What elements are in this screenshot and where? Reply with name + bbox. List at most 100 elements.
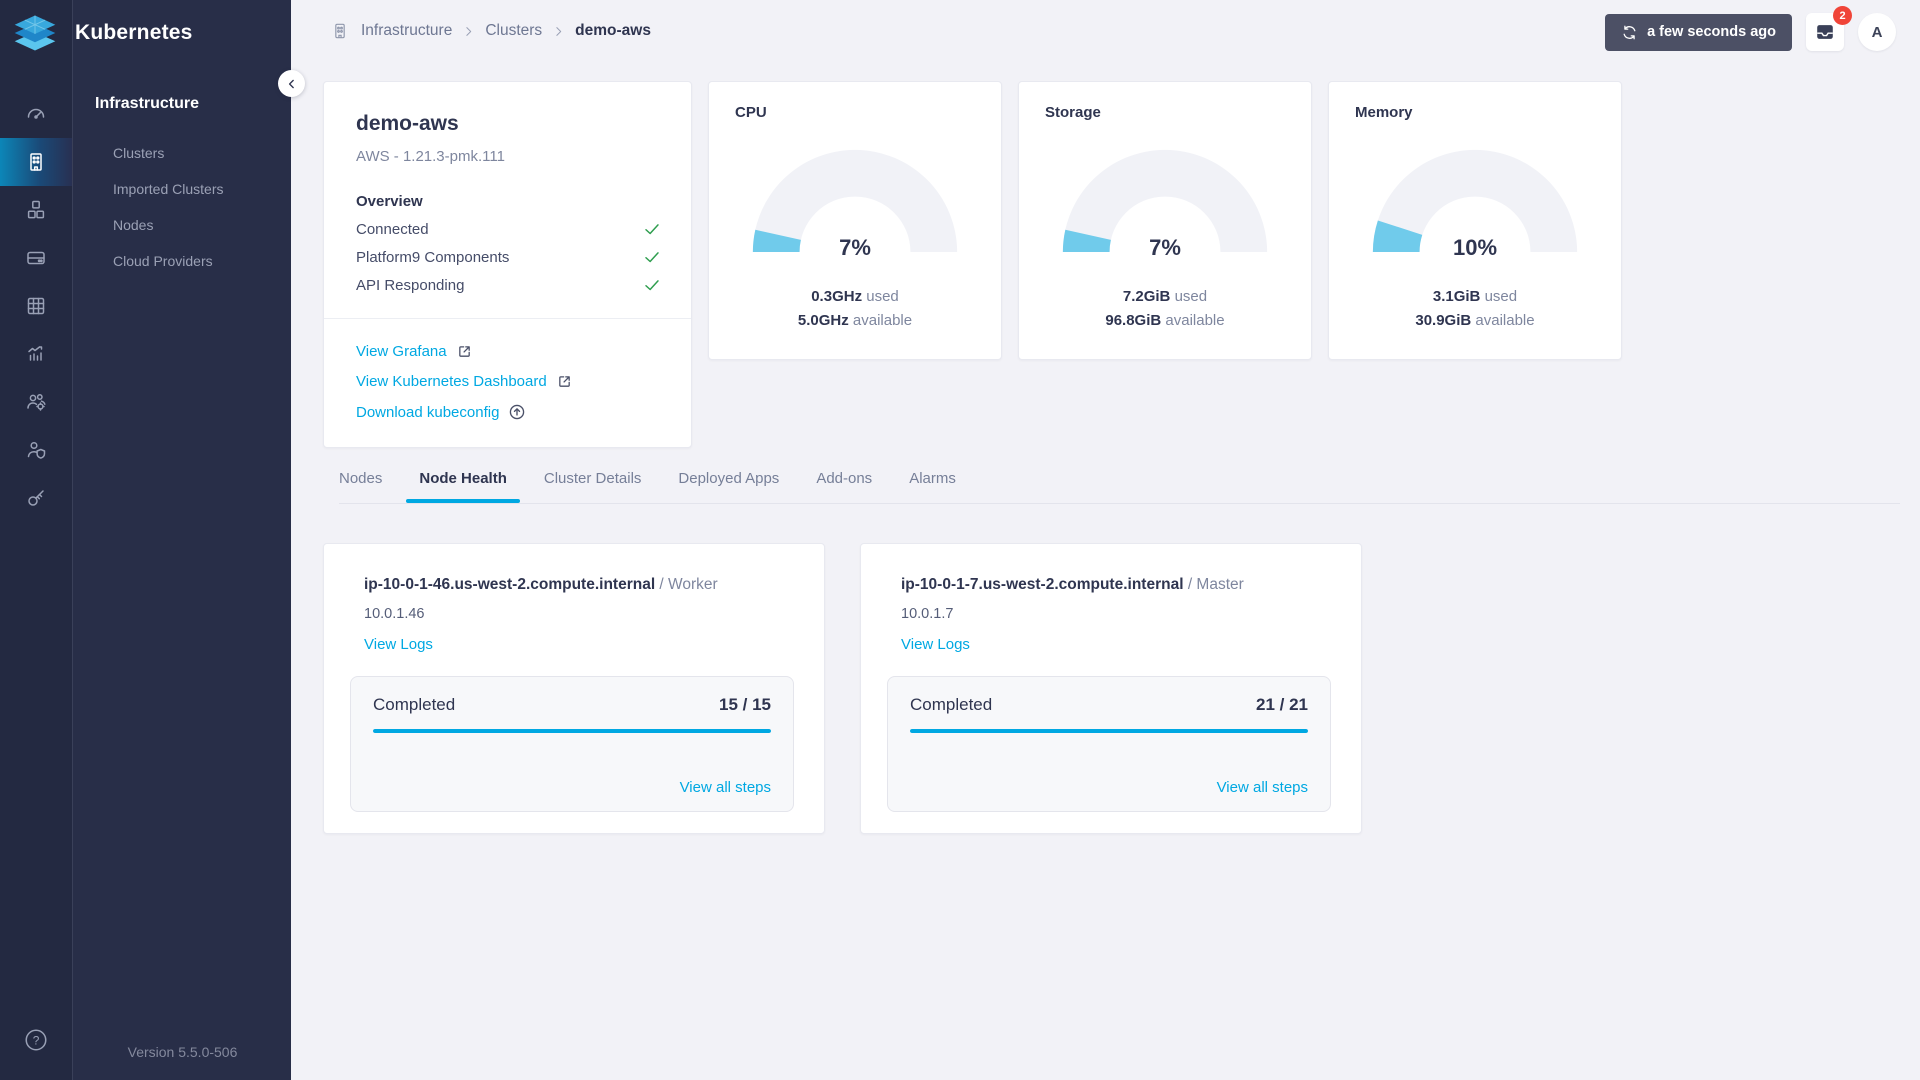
steps-count: 21 / 21 xyxy=(1256,695,1308,714)
view-logs-link[interactable]: View Logs xyxy=(364,636,433,653)
available-value: 96.8GiB xyxy=(1105,312,1162,329)
sidebar-panel: Infrastructure Clusters Imported Cluster… xyxy=(72,0,291,1080)
check-row-connected: Connected xyxy=(356,220,661,238)
sidebar-item-cloud-providers[interactable]: Cloud Providers xyxy=(73,243,291,279)
notification-badge: 2 xyxy=(1833,6,1852,25)
storage-card: Storage 7% 7.2GiB used 96.8GiB available xyxy=(1018,81,1312,360)
refresh-button[interactable]: a few seconds ago xyxy=(1605,13,1792,51)
used-value: 3.1GiB xyxy=(1432,288,1481,305)
available-value: 5.0GHz xyxy=(797,312,849,329)
used-label: used xyxy=(1170,288,1208,305)
app-title: Kubernetes xyxy=(75,21,193,44)
check-row-api-responding: API Responding xyxy=(356,276,661,294)
check-icon xyxy=(645,252,659,263)
api-access-icon[interactable] xyxy=(0,474,72,522)
progress-bar xyxy=(373,729,771,733)
sidebar-item-imported-clusters[interactable]: Imported Clusters xyxy=(73,171,291,207)
node-hostname: ip-10-0-1-7.us-west-2.compute.internal /… xyxy=(901,576,1331,594)
sidebar-section-title: Infrastructure xyxy=(95,95,200,112)
check-label: API Responding xyxy=(356,276,465,294)
avatar[interactable]: A xyxy=(1858,13,1896,51)
view-kubernetes-dashboard-link[interactable]: View Kubernetes Dashboard xyxy=(356,373,659,390)
used-label: used xyxy=(862,288,899,305)
gauge-title: Memory xyxy=(1355,104,1413,121)
view-logs-link[interactable]: View Logs xyxy=(901,636,970,653)
tab-deployed-apps[interactable]: Deployed Apps xyxy=(678,470,779,487)
check-row-platform9-components: Platform9 Components xyxy=(356,248,661,266)
steps-panel: Completed 15 / 15 View all steps xyxy=(350,676,794,812)
upload-circle-icon xyxy=(510,404,525,420)
check-label: Connected xyxy=(356,220,429,238)
progress-bar xyxy=(910,729,1308,733)
node-role: / Master xyxy=(1183,576,1244,593)
brand: Kubernetes xyxy=(0,0,291,66)
external-link-icon xyxy=(458,346,470,357)
node-role: / Worker xyxy=(655,576,718,593)
steps-panel: Completed 21 / 21 View all steps xyxy=(887,676,1331,812)
tab-add-ons[interactable]: Add-ons xyxy=(816,470,872,487)
infrastructure-icon[interactable] xyxy=(0,138,72,186)
node-health-row: ip-10-0-1-46.us-west-2.compute.internal … xyxy=(323,543,1362,834)
link-label: View Grafana xyxy=(356,343,447,360)
download-kubeconfig-link[interactable]: Download kubeconfig xyxy=(356,403,659,421)
svg-text:?: ? xyxy=(33,1033,40,1047)
chevron-left-icon xyxy=(288,79,294,88)
node-hostname: ip-10-0-1-46.us-west-2.compute.internal … xyxy=(364,576,794,594)
available-value: 30.9GiB xyxy=(1415,312,1472,329)
sidebar-collapse-button[interactable] xyxy=(278,70,305,97)
tenants-icon[interactable] xyxy=(0,378,72,426)
progress-track xyxy=(910,729,1308,733)
view-all-steps-link[interactable]: View all steps xyxy=(680,779,771,796)
overview-title: Overview xyxy=(356,193,423,210)
view-grafana-link[interactable]: View Grafana xyxy=(356,343,659,360)
access-control-icon[interactable] xyxy=(0,426,72,474)
storage-icon[interactable] xyxy=(0,234,72,282)
apps-icon[interactable] xyxy=(0,282,72,330)
help-icon[interactable]: ? xyxy=(0,1016,72,1064)
steps-status: Completed xyxy=(910,695,993,714)
node-card-master: ip-10-0-1-7.us-west-2.compute.internal /… xyxy=(860,543,1362,834)
hostname: ip-10-0-1-7.us-west-2.compute.internal xyxy=(901,576,1184,593)
gauge-stats: 7.2GiB used 96.8GiB available xyxy=(1019,285,1311,333)
available-label: available xyxy=(1161,312,1225,329)
check-icon xyxy=(645,280,659,291)
breadcrumb-infrastructure[interactable]: Infrastructure xyxy=(361,22,452,40)
cluster-name: demo-aws xyxy=(356,112,459,135)
link-label: View Kubernetes Dashboard xyxy=(356,373,547,390)
breadcrumb: Infrastructure Clusters demo-aws xyxy=(330,21,651,41)
used-value: 7.2GiB xyxy=(1122,288,1171,305)
cluster-info-card: demo-aws AWS - 1.21.3-pmk.111 Overview C… xyxy=(323,81,692,448)
tab-node-health[interactable]: Node Health xyxy=(406,470,520,503)
refresh-label: a few seconds ago xyxy=(1647,24,1776,40)
memory-card: Memory 10% 3.1GiB used 30.9GiB available xyxy=(1328,81,1622,360)
top-actions: a few seconds ago 2 A xyxy=(1605,6,1896,51)
tab-nodes[interactable]: Nodes xyxy=(339,470,382,487)
gauge-percent: 7% xyxy=(1149,235,1181,260)
check-label: Platform9 Components xyxy=(356,248,510,266)
summary-row: demo-aws AWS - 1.21.3-pmk.111 Overview C… xyxy=(323,81,1622,448)
dashboard-icon[interactable] xyxy=(0,90,72,138)
cpu-card: CPU 7% 0.3GHz used 5.0GHz available xyxy=(708,81,1002,360)
used-label: used xyxy=(1480,288,1518,305)
app-catalog-icon[interactable] xyxy=(0,186,72,234)
main-content: Infrastructure Clusters demo-aws a few s… xyxy=(291,0,1920,1080)
available-label: available xyxy=(848,312,913,329)
breadcrumb-separator-icon xyxy=(466,26,472,36)
monitoring-icon[interactable] xyxy=(0,330,72,378)
breadcrumb-clusters[interactable]: Clusters xyxy=(485,22,542,40)
notifications-button[interactable]: 2 xyxy=(1806,6,1852,51)
used-value: 0.3GHz xyxy=(811,288,863,305)
icon-rail: ? xyxy=(0,0,72,1080)
sidebar-item-clusters[interactable]: Clusters xyxy=(73,135,291,171)
topbar: Infrastructure Clusters demo-aws a few s… xyxy=(291,0,1920,51)
tab-alarms[interactable]: Alarms xyxy=(909,470,956,487)
node-ip: 10.0.1.46 xyxy=(364,606,425,622)
tab-cluster-details[interactable]: Cluster Details xyxy=(544,470,642,487)
cluster-subtitle: AWS - 1.21.3-pmk.111 xyxy=(356,148,505,165)
gauge-title: CPU xyxy=(735,104,767,121)
available-label: available xyxy=(1471,312,1535,329)
sidebar-item-nodes[interactable]: Nodes xyxy=(73,207,291,243)
view-all-steps-link[interactable]: View all steps xyxy=(1217,779,1308,796)
kubernetes-logo-icon xyxy=(14,15,56,51)
node-card-worker: ip-10-0-1-46.us-west-2.compute.internal … xyxy=(323,543,825,834)
